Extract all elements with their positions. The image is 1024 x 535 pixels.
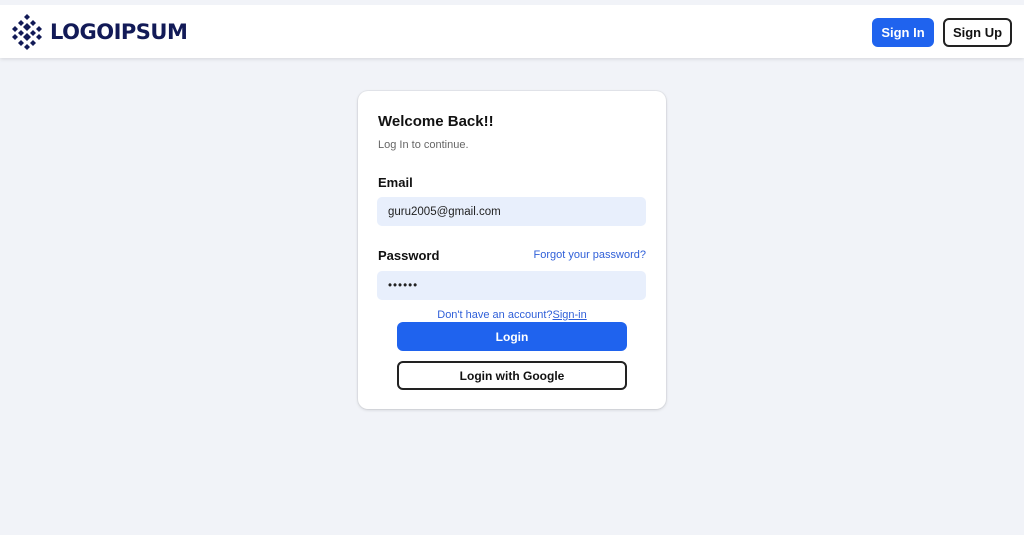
password-label: Password	[378, 248, 440, 263]
top-navbar: LOGOIPSUM Sign In Sign Up	[0, 0, 1024, 58]
signup-link[interactable]: Sign-in	[553, 309, 587, 321]
no-account-text: Don't have an account?	[437, 309, 553, 321]
sign-up-button[interactable]: Sign Up	[943, 18, 1012, 47]
card-title: Welcome Back!!	[378, 113, 494, 130]
password-field[interactable]	[377, 271, 646, 300]
email-field[interactable]	[377, 197, 646, 226]
logo-icon	[12, 14, 42, 50]
sign-in-button[interactable]: Sign In	[872, 18, 934, 47]
login-with-google-button[interactable]: Login with Google	[397, 361, 627, 390]
login-card: Welcome Back!! Log In to continue. Email…	[358, 91, 666, 409]
brand-logo[interactable]: LOGOIPSUM	[12, 12, 188, 52]
signup-hint: Don't have an account?Sign-in	[358, 309, 666, 321]
forgot-password-link[interactable]: Forgot your password?	[534, 249, 647, 261]
email-label: Email	[378, 175, 413, 190]
logo-text: LOGOIPSUM	[50, 20, 188, 44]
login-button[interactable]: Login	[397, 322, 627, 351]
card-subtitle: Log In to continue.	[378, 139, 469, 151]
